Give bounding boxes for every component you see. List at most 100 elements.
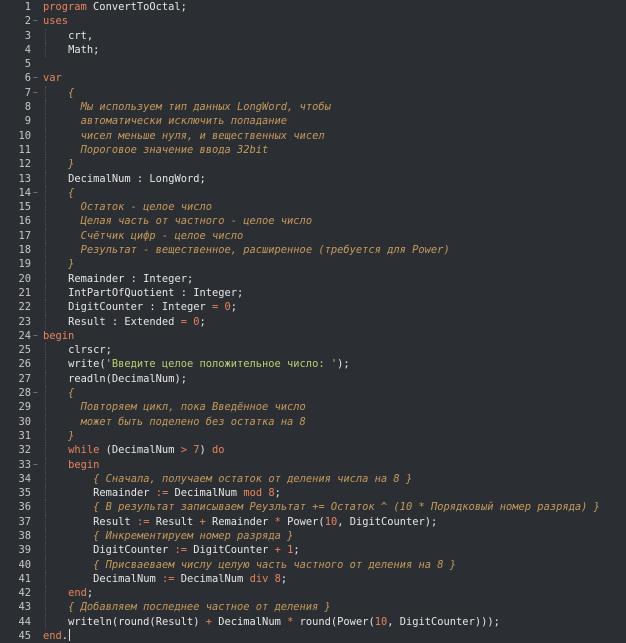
token-cmt: { В результат записываем Реузльтат += Ос…	[93, 501, 600, 514]
code-line[interactable]: 42 end;	[0, 586, 626, 601]
code-text: writeln(round(Result) + DecimalNum * rou…	[68, 615, 500, 629]
fold-toggle-icon[interactable]: −	[33, 186, 41, 200]
token-num: 0	[186, 315, 200, 328]
code-line[interactable]: 12}	[0, 157, 626, 172]
indent-guide	[45, 100, 46, 115]
code-text: end.	[43, 629, 71, 643]
line-number: 44	[18, 615, 31, 628]
code-line[interactable]: 15 Остаток - целое число	[0, 200, 626, 215]
code-line[interactable]: 44 writeln(round(Result) + DecimalNum * r…	[0, 614, 626, 630]
code-line[interactable]: 28− {	[0, 386, 626, 401]
code-line[interactable]: 35 Remainder := DecimalNum mod 8;	[0, 486, 626, 501]
code-line[interactable]: 10 чисел меньше нуля, и вещественных чисе…	[0, 128, 626, 143]
token-str: 'Введите целое положительное число: '	[105, 358, 338, 371]
code-line[interactable]: 7− {	[0, 85, 626, 101]
code-line[interactable]: 11 Пороговое значение ввода 32bit	[0, 142, 626, 158]
token-id: Result	[93, 515, 137, 528]
code-text: Мы используем тип данных LongWord, чтобы	[81, 100, 331, 114]
code-lines[interactable]: 1 program ConvertToOctal; 2− uses 3 crt, 4 Math…	[0, 0, 626, 643]
code-line[interactable]: 22 DigitCounter : Integer = 0;	[0, 300, 626, 315]
fold-toggle-icon[interactable]: −	[33, 86, 41, 100]
fold-toggle-icon[interactable]: −	[33, 458, 41, 472]
code-line[interactable]: 25 clrscr;	[0, 343, 626, 358]
code-line[interactable]: 31}	[0, 428, 626, 444]
code-line[interactable]: 6− var	[0, 71, 626, 85]
code-editor[interactable]: 1 program ConvertToOctal; 2− uses 3 crt, 4 Math…	[0, 0, 626, 643]
code-text: begin	[68, 458, 99, 472]
code-text: DigitCounter : Integer = 0;	[68, 300, 237, 314]
code-line[interactable]: 34 { Сначала, получаем остаток от деления…	[0, 471, 626, 487]
code-line[interactable]: 9 автоматически исключить попадание	[0, 114, 626, 129]
code-text: Повторяем цикл, пока Введённое число	[81, 400, 306, 414]
code-text: readln(DecimalNum);	[68, 372, 187, 386]
code-line[interactable]: 17 Счётчик цифр - целое число	[0, 228, 626, 244]
code-line[interactable]: 23 Result : Extended = 0;	[0, 314, 626, 329]
indent-guide	[45, 142, 46, 158]
token-punct: ;	[280, 572, 288, 585]
token-punct: ;	[199, 172, 206, 185]
code-line[interactable]: 40 { Присваеваем числу целую часть частно…	[0, 557, 626, 572]
token-punct: )	[193, 615, 206, 628]
code-line[interactable]: 27 readln(DecimalNum);	[0, 371, 626, 387]
fold-toggle-icon[interactable]: −	[33, 329, 41, 343]
code-line[interactable]: 21 IntPartOfQuotient : Integer;	[0, 285, 626, 301]
code-line[interactable]: 16 Целая часть от частного - целое число	[0, 214, 626, 229]
token-punct: );	[174, 372, 187, 385]
code-line[interactable]: 14− {	[0, 185, 626, 201]
code-line[interactable]: 13 DecimalNum : LongWord;	[0, 171, 626, 186]
token-cmt: }	[68, 258, 75, 271]
code-line[interactable]: 4 Math;	[0, 42, 626, 58]
code-line[interactable]: 41 DecimalNum := DecimalNum div 8;	[0, 571, 626, 587]
token-op: :=	[174, 544, 187, 557]
line-number: 30	[18, 415, 31, 428]
code-line[interactable]: 5	[0, 57, 626, 71]
token-punct: ,	[86, 29, 94, 42]
code-line[interactable]: 2− uses	[0, 14, 626, 28]
code-line[interactable]: 3 crt,	[0, 28, 626, 43]
code-text: { В результат записываем Реузльтат += Ос…	[93, 500, 600, 514]
token-id: Result	[149, 515, 200, 528]
code-line[interactable]: 8 Мы используем тип данных LongWord, чтоб…	[0, 100, 626, 115]
line-number: 25	[18, 344, 31, 357]
line-number: 7	[24, 86, 31, 99]
indent-guide	[45, 214, 46, 229]
code-line[interactable]: 26 write('Введите целое положительное чис…	[0, 357, 626, 372]
code-line[interactable]: 39 DigitCounter := DigitCounter + 1;	[0, 543, 626, 558]
code-line[interactable]: 37 Result := Result + Remainder * Power(1…	[0, 514, 626, 529]
fold-toggle-icon[interactable]: −	[33, 71, 41, 85]
indent-guide	[45, 543, 46, 558]
code-line[interactable]: 36 { В результат записываем Реузльтат += …	[0, 500, 626, 515]
line-number: 18	[18, 244, 31, 257]
code-line[interactable]: 1 program ConvertToOctal;	[0, 0, 626, 14]
code-line[interactable]: 29 Повторяем цикл, пока Введённое число	[0, 400, 626, 415]
code-text: Остаток - целое число	[81, 200, 212, 214]
code-line[interactable]: 19}	[0, 257, 626, 272]
code-line[interactable]: 20 Remainder : Integer;	[0, 271, 626, 286]
token-id: IntPartOfQuotient	[68, 286, 181, 299]
token-id: DigitCounter	[68, 301, 150, 314]
code-line[interactable]: 45 end.	[0, 629, 626, 643]
indent-guide	[45, 300, 46, 315]
line-number: 13	[18, 172, 31, 185]
fold-toggle-icon[interactable]: −	[33, 14, 41, 28]
vertical-scrollbar[interactable]	[622, 0, 626, 640]
code-line[interactable]: 43 { Добавляем последнее частное от делен…	[0, 600, 626, 615]
token-punct: ;	[199, 315, 206, 328]
code-text: var	[43, 71, 62, 85]
token-cmt: Мы используем тип данных LongWord, чтобы	[80, 101, 331, 114]
token-kw: while	[68, 444, 100, 457]
line-number: 24	[18, 329, 31, 342]
code-line[interactable]: 33− begin	[0, 457, 626, 472]
indent-guide	[45, 314, 46, 329]
fold-toggle-icon[interactable]: −	[33, 386, 41, 400]
code-line[interactable]: 38 { Инкрементируем номер разряда }	[0, 528, 626, 544]
token-kw: begin	[68, 458, 100, 471]
code-line[interactable]: 24− begin	[0, 329, 626, 343]
token-op: :=	[136, 515, 150, 528]
line-number: 40	[18, 558, 31, 571]
text-caret	[69, 629, 71, 642]
code-line[interactable]: 32 while (DecimalNum > 7) do	[0, 443, 626, 458]
indent-guide	[45, 85, 46, 101]
code-line[interactable]: 18 Результат - вещественное, расширенное …	[0, 243, 626, 258]
code-line[interactable]: 30 может быть поделено без остатка на 8	[0, 414, 626, 429]
